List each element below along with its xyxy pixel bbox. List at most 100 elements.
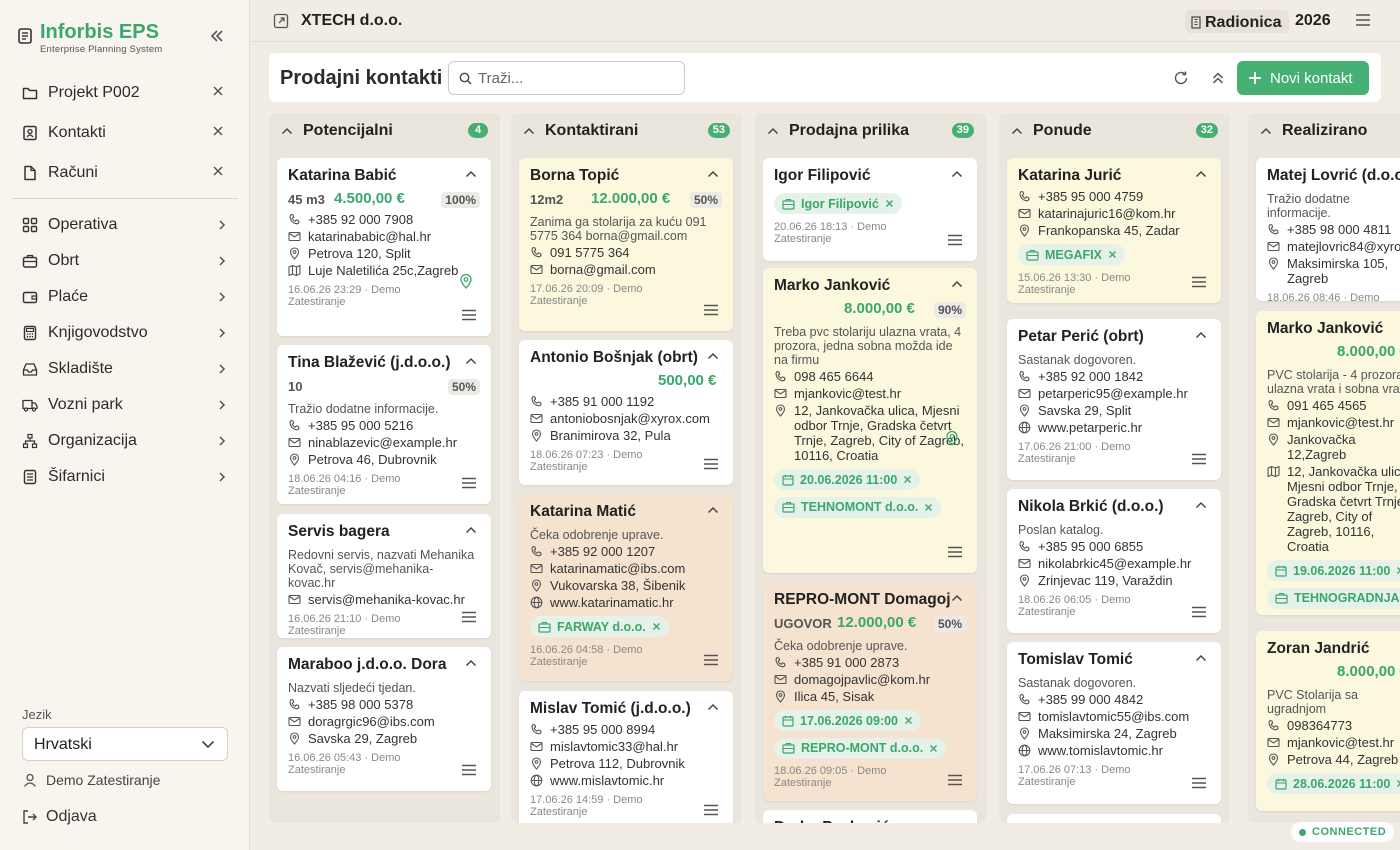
contact-email[interactable]: katarinababic@hal.hr [288, 229, 480, 244]
card-menu-button[interactable] [461, 611, 477, 623]
card-menu-button[interactable] [1191, 606, 1207, 618]
chevron-up-icon[interactable] [707, 170, 719, 178]
contact-email[interactable]: antoniobosnjak@xyrox.com [530, 411, 722, 426]
chevron-up-icon[interactable] [707, 506, 719, 514]
contact-email[interactable]: katarinajuric16@kom.hr [1018, 206, 1210, 221]
open-tab-contacts[interactable]: Kontakti [12, 113, 238, 153]
card-menu-button[interactable] [703, 304, 719, 316]
geo-location-icon[interactable] [945, 430, 959, 446]
close-icon[interactable] [212, 165, 224, 177]
menu-item-organizacija[interactable]: Organizacija [12, 423, 238, 459]
remove-tag-icon[interactable] [885, 199, 894, 208]
chevron-up-icon[interactable] [465, 526, 477, 534]
logout-button[interactable]: Odjava [22, 808, 97, 826]
contact-card[interactable]: Servis bagera Redovni servis, nazvati Meh… [277, 514, 491, 638]
card-menu-icon[interactable] [1191, 453, 1207, 465]
contact-phone[interactable]: +385 95 000 8994 [530, 722, 722, 737]
meeting-date-tag[interactable]: 28.06.2026 11:00 [1267, 773, 1400, 794]
card-menu-icon[interactable] [947, 234, 963, 246]
contact-phone[interactable]: +385 92 000 1207 [530, 544, 722, 559]
contact-phone[interactable]: 091 5775 364 [530, 245, 722, 260]
card-menu-icon[interactable] [461, 764, 477, 776]
contact-card[interactable]: Marko Janković 8.000,00 € 90% Treba pvc sto… [763, 268, 977, 573]
chevron-up-icon[interactable] [465, 659, 477, 667]
contact-email[interactable]: borna@gmail.com [530, 262, 722, 277]
contact-phone[interactable]: +385 95 000 4759 [1018, 189, 1210, 204]
contact-website[interactable]: www.katarinamatic.hr [530, 595, 722, 610]
contact-card[interactable]: Katarina Matić Čeka odobrenje uprave. +385… [519, 494, 733, 681]
contact-phone[interactable]: 098364773 [1267, 718, 1400, 733]
contact-phone[interactable]: +385 92 000 1842 [1018, 369, 1210, 384]
contact-phone[interactable]: +385 95 000 5216 [288, 418, 480, 433]
company-tag[interactable]: Igor Filipović [774, 193, 902, 214]
chevron-up-icon[interactable] [523, 127, 535, 135]
contact-card[interactable]: REPRO-MONT Domagoj UGOVOR 12.000,00 € 50% Če… [763, 582, 977, 801]
menu-item-skladiste[interactable]: Skladište [12, 351, 238, 387]
chevron-up-icon[interactable] [951, 280, 963, 288]
contact-card[interactable]: Darko Pavković [763, 810, 977, 823]
contact-email[interactable]: petarperic95@example.hr [1018, 386, 1210, 401]
contact-email[interactable]: servis@mehanika-kovac.hr [288, 592, 480, 607]
current-user[interactable]: Demo Zatestiranje [22, 772, 160, 788]
card-menu-icon[interactable] [1191, 606, 1207, 618]
chevron-up-icon[interactable] [281, 127, 293, 135]
contact-phone[interactable]: +385 98 000 4811 [1267, 222, 1400, 237]
chevron-up-icon[interactable] [707, 352, 719, 360]
contact-website[interactable]: www.petarperic.hr [1018, 420, 1210, 435]
contact-card[interactable]: Matej Lovrić (d.o.o.) Tražio dodatne info… [1256, 158, 1400, 301]
card-menu-button[interactable] [947, 546, 963, 558]
column-header[interactable]: Prodajna prilika 39 [755, 113, 986, 149]
card-menu-button[interactable] [947, 234, 963, 246]
geo-location-button[interactable] [459, 273, 473, 289]
card-menu-icon[interactable] [1191, 276, 1207, 288]
chevron-up-icon[interactable] [951, 170, 963, 178]
contact-phone[interactable]: 098 465 6644 [774, 369, 966, 384]
contact-phone[interactable]: +385 92 000 7908 [288, 212, 480, 227]
close-icon[interactable] [212, 125, 224, 137]
column-header[interactable]: Ponude 32 [999, 113, 1230, 149]
contact-phone[interactable]: 091 465 4565 [1267, 398, 1400, 413]
chevron-up-icon[interactable] [951, 822, 963, 823]
contact-card[interactable]: Maraboo j.d.o.o. Dora Nazvati sljedeći tj… [277, 647, 491, 791]
meeting-date-tag[interactable]: 17.06.2026 09:00 [774, 710, 922, 731]
remove-tag-icon[interactable] [1108, 250, 1117, 259]
contact-website[interactable]: www.mislavtomic.hr [530, 773, 722, 788]
contact-email[interactable]: katarinamatic@ibs.com [530, 561, 722, 576]
contact-email[interactable]: mjankovic@test.hr [1267, 735, 1400, 750]
card-menu-icon[interactable] [461, 611, 477, 623]
contact-card[interactable]: Marko Janković 8.000,00 € PVC stolarija - … [1256, 311, 1400, 615]
remove-tag-icon[interactable] [652, 622, 661, 631]
department-selector[interactable]: Radionica [1185, 10, 1290, 33]
card-menu-icon[interactable] [947, 546, 963, 558]
card-menu-icon[interactable] [461, 309, 477, 321]
contact-email[interactable]: mjankovic@test.hr [774, 386, 966, 401]
card-menu-icon[interactable] [703, 654, 719, 666]
contact-email[interactable]: mjankovic@test.hr [1267, 415, 1400, 430]
chevron-up-icon[interactable] [1195, 654, 1207, 662]
remove-tag-icon[interactable] [1396, 566, 1400, 575]
language-select[interactable]: Hrvatski [22, 727, 228, 761]
chevron-up-icon[interactable] [707, 703, 719, 711]
contact-email[interactable]: nikolabrkic45@example.hr [1018, 556, 1210, 571]
company-tag[interactable]: TEHNOMONT d.o.o. [774, 496, 942, 518]
chevron-up-icon[interactable] [951, 594, 963, 602]
contact-email[interactable]: ninablazevic@example.hr [288, 435, 480, 450]
contact-website[interactable]: www.tomislavtomic.hr [1018, 743, 1210, 758]
card-menu-button[interactable] [703, 458, 719, 470]
hamburger-menu-icon[interactable] [1354, 13, 1372, 27]
contact-phone[interactable]: +385 91 000 1192 [530, 394, 722, 409]
contact-card[interactable]: Katarina Babić 45 m3 4.500,00 € 100% +385 92… [277, 158, 491, 336]
geo-location-button[interactable] [945, 430, 959, 446]
card-menu-button[interactable] [1191, 453, 1207, 465]
chevron-up-icon[interactable] [767, 127, 779, 135]
remove-tag-icon[interactable] [903, 475, 912, 484]
card-menu-icon[interactable] [703, 804, 719, 816]
search-box[interactable] [448, 61, 685, 95]
company-tag[interactable]: FARWAY d.o.o. [530, 616, 669, 637]
collapse-sidebar-button[interactable] [209, 28, 225, 44]
menu-item-vozni-park[interactable]: Vozni park [12, 387, 238, 423]
column-header[interactable]: Kontaktirani 53 [511, 113, 742, 149]
remove-tag-icon[interactable] [929, 744, 938, 753]
chevron-up-icon[interactable] [465, 170, 477, 178]
contact-email[interactable]: doragrgic96@ibs.com [288, 714, 480, 729]
